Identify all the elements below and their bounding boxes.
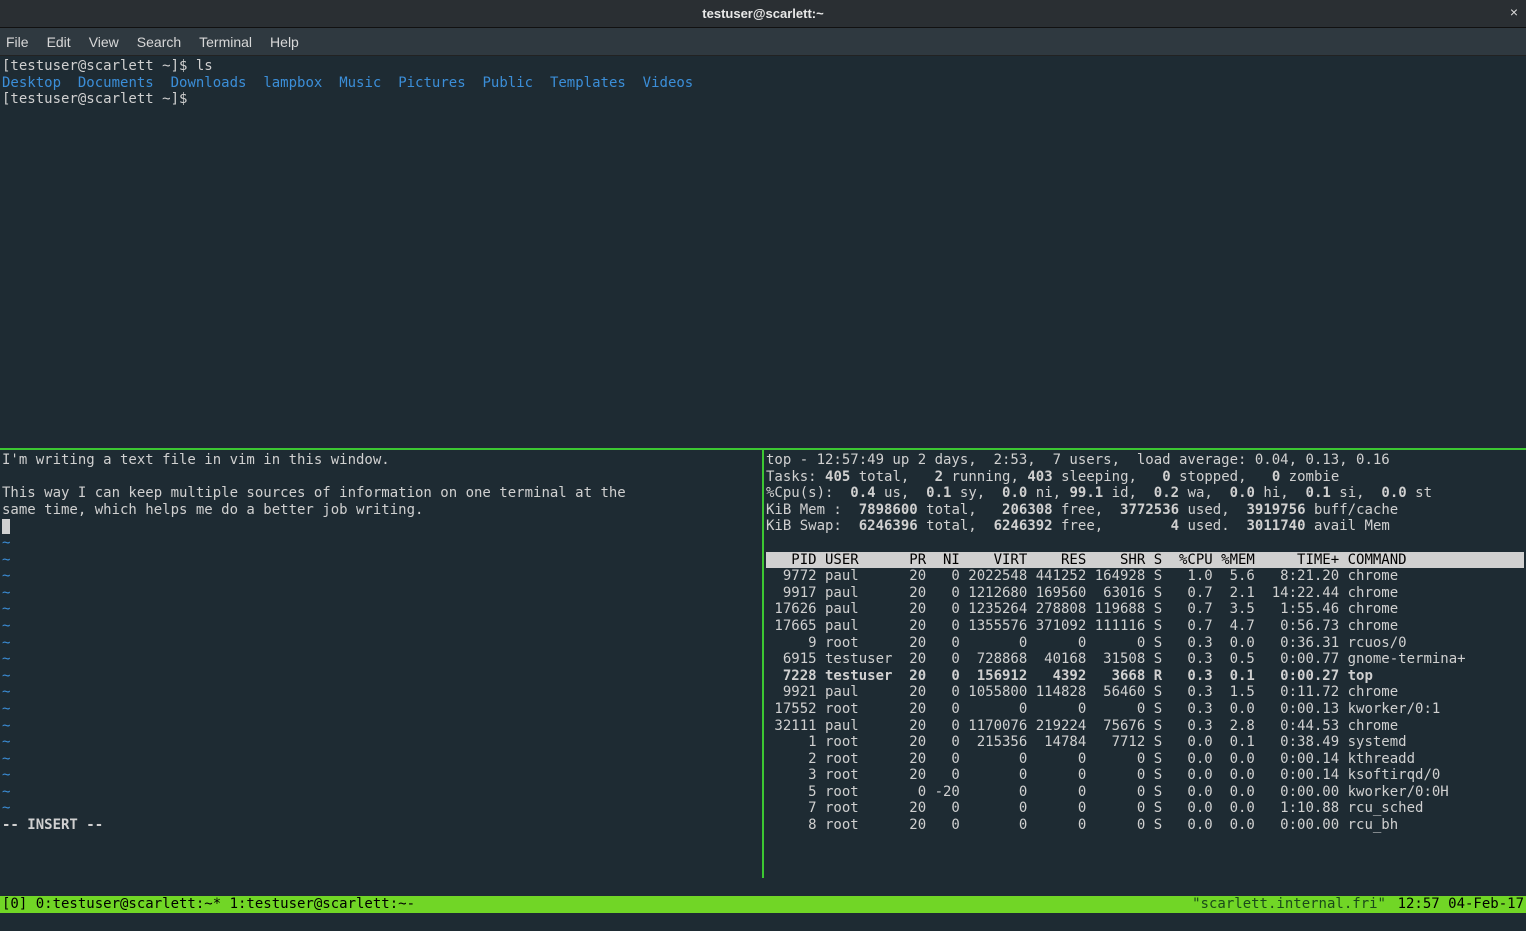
vim-tilde: ~	[2, 651, 10, 667]
top-summary-line: top - 12:57:49 up 2 days, 2:53, 7 users,…	[766, 452, 1390, 468]
shell-prompt-2: [testuser@scarlett ~]$	[2, 91, 196, 107]
top-process-row: 9 root 20 0 0 0 0 S 0.3 0.0 0:36.31 rcuo…	[766, 635, 1524, 652]
tmux-hostname: "scarlett.internal.fri"	[1192, 896, 1386, 913]
shell-prompt-1: [testuser@scarlett ~]$	[2, 58, 196, 74]
pane-top-process[interactable]: top - 12:57:49 up 2 days, 2:53, 7 users,…	[764, 450, 1526, 878]
close-icon[interactable]: ×	[1510, 4, 1518, 20]
top-cpu-line: %Cpu(s): 0.4 us, 0.1 sy, 0.0 ni, 99.1 id…	[766, 485, 1432, 501]
vim-tilde: ~	[2, 751, 10, 767]
vim-tilde: ~	[2, 767, 10, 783]
top-process-row: 8 root 20 0 0 0 0 S 0.0 0.0 0:00.00 rcu_…	[766, 817, 1524, 834]
ls-item: lampbox	[263, 75, 322, 91]
vim-tilde: ~	[2, 800, 10, 816]
top-process-row: 5 root 0 -20 0 0 0 S 0.0 0.0 0:00.00 kwo…	[766, 784, 1524, 801]
top-process-list: 9772 paul 20 0 2022548 441252 164928 S 1…	[766, 568, 1524, 834]
top-mem-line: KiB Mem : 7898600 total, 206308 free, 37…	[766, 502, 1398, 518]
pane-shell[interactable]: [testuser@scarlett ~]$ ls Desktop Docume…	[0, 56, 1526, 448]
vim-tilde: ~	[2, 684, 10, 700]
vim-mode-line: -- INSERT --	[2, 817, 103, 833]
tmux-statusbar[interactable]: [0] 0:testuser@scarlett:~* 1:testuser@sc…	[0, 896, 1526, 913]
vim-tilde: ~	[2, 668, 10, 684]
menu-edit[interactable]: Edit	[47, 34, 71, 50]
vim-cursor	[2, 519, 10, 534]
top-swap-line: KiB Swap: 6246396 total, 6246392 free, 4…	[766, 518, 1398, 534]
vim-tilde: ~	[2, 535, 10, 551]
vim-tilde: ~	[2, 635, 10, 651]
top-column-header: PID USER PR NI VIRT RES SHR S %CPU %MEM …	[766, 552, 1524, 569]
vim-tilde: ~	[2, 601, 10, 617]
ls-item: Videos	[643, 75, 694, 91]
top-process-row: 7228 testuser 20 0 156912 4392 3668 R 0.…	[766, 668, 1524, 685]
menubar: File Edit View Search Terminal Help	[0, 28, 1526, 56]
top-process-row: 9917 paul 20 0 1212680 169560 63016 S 0.…	[766, 585, 1524, 602]
menu-help[interactable]: Help	[270, 34, 299, 50]
top-process-row: 17552 root 20 0 0 0 0 S 0.3 0.0 0:00.13 …	[766, 701, 1524, 718]
vim-tilde: ~	[2, 784, 10, 800]
ls-item: Templates	[550, 75, 626, 91]
window-titlebar: testuser@scarlett:~ ×	[0, 0, 1526, 28]
ls-item: Music	[339, 75, 381, 91]
top-process-row: 7 root 20 0 0 0 0 S 0.0 0.0 1:10.88 rcu_…	[766, 800, 1524, 817]
ls-item: Public	[483, 75, 534, 91]
top-process-row: 9772 paul 20 0 2022548 441252 164928 S 1…	[766, 568, 1524, 585]
ls-item: Downloads	[171, 75, 247, 91]
vim-tilde: ~	[2, 734, 10, 750]
top-tasks-line: Tasks: 405 total, 2 running, 403 sleepin…	[766, 469, 1339, 485]
top-process-row: 17665 paul 20 0 1355576 371092 111116 S …	[766, 618, 1524, 635]
ls-item: Documents	[78, 75, 154, 91]
tmux-windows[interactable]: [0] 0:testuser@scarlett:~* 1:testuser@sc…	[2, 896, 415, 912]
menu-file[interactable]: File	[6, 34, 29, 50]
vim-tilde: ~	[2, 701, 10, 717]
top-process-row: 1 root 20 0 215356 14784 7712 S 0.0 0.1 …	[766, 734, 1524, 751]
ls-item: Pictures	[398, 75, 465, 91]
vim-text-line: I'm writing a text file in vim in this w…	[2, 452, 390, 468]
top-process-row: 17626 paul 20 0 1235264 278808 119688 S …	[766, 601, 1524, 618]
menu-view[interactable]: View	[89, 34, 119, 50]
vim-tilde: ~	[2, 718, 10, 734]
pane-vim[interactable]: I'm writing a text file in vim in this w…	[0, 450, 762, 878]
tmux-clock: 12:57 04-Feb-17	[1389, 896, 1524, 913]
top-process-row: 2 root 20 0 0 0 0 S 0.0 0.0 0:00.14 kthr…	[766, 751, 1524, 768]
vim-tilde: ~	[2, 568, 10, 584]
top-process-row: 32111 paul 20 0 1170076 219224 75676 S 0…	[766, 718, 1524, 735]
window-title: testuser@scarlett:~	[702, 6, 823, 21]
vim-text-line: same time, which helps me do a better jo…	[2, 502, 423, 518]
vim-tilde: ~	[2, 618, 10, 634]
vim-tilde: ~	[2, 552, 10, 568]
top-process-row: 6915 testuser 20 0 728868 40168 31508 S …	[766, 651, 1524, 668]
vim-text-line: This way I can keep multiple sources of …	[2, 485, 626, 501]
shell-cmd-ls: ls	[196, 58, 213, 74]
top-process-row: 9921 paul 20 0 1055800 114828 56460 S 0.…	[766, 684, 1524, 701]
vim-tilde: ~	[2, 585, 10, 601]
terminal-area[interactable]: [testuser@scarlett ~]$ ls Desktop Docume…	[0, 56, 1526, 896]
menu-search[interactable]: Search	[137, 34, 181, 50]
menu-terminal[interactable]: Terminal	[199, 34, 252, 50]
ls-item: Desktop	[2, 75, 61, 91]
top-process-row: 3 root 20 0 0 0 0 S 0.0 0.0 0:00.14 ksof…	[766, 767, 1524, 784]
